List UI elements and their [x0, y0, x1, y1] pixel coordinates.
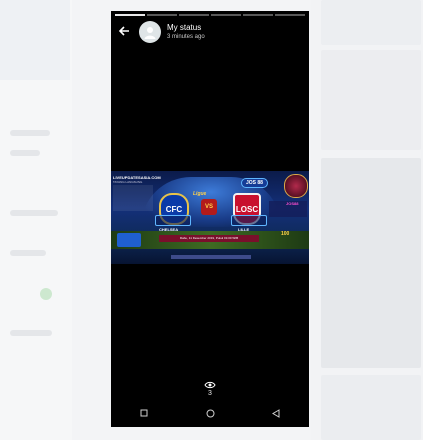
progress-segment	[211, 14, 241, 16]
status-title: My status	[167, 23, 202, 32]
android-nav-bar	[111, 399, 309, 427]
poster-league: Ligue	[193, 191, 207, 197]
poster-odds: 100	[281, 231, 290, 237]
progress-segment	[147, 14, 177, 16]
status-header: My status 3 minutes ago	[117, 18, 205, 46]
home-team-name: CHELSEA	[159, 227, 179, 232]
progress-segment	[243, 14, 273, 16]
background-row	[10, 210, 58, 216]
eye-icon	[204, 381, 216, 389]
nav-back-icon[interactable]	[266, 403, 286, 423]
background-row	[10, 130, 50, 136]
back-arrow-icon[interactable]	[117, 24, 133, 40]
background-row	[10, 150, 40, 156]
background-left-panel	[0, 0, 72, 440]
background-row	[10, 330, 52, 336]
background-right-panel	[311, 0, 423, 440]
away-team-name: LILLE	[238, 227, 250, 232]
away-label-box	[231, 215, 267, 226]
status-timestamp: 3 minutes ago	[167, 34, 205, 40]
match-date-bar: Rabu, 11 Desember 2019, Pukul 03.00 WIB	[159, 235, 259, 242]
background-unread-dot	[40, 288, 52, 300]
background-card	[0, 0, 70, 80]
poster-side-panel	[113, 185, 153, 211]
background-tile	[321, 0, 421, 45]
status-progress-bar	[115, 14, 305, 16]
progress-segment	[179, 14, 209, 16]
progress-segment	[275, 14, 305, 16]
poster-jos-badge: JOS 88	[241, 178, 268, 188]
user-silhouette-icon	[144, 27, 156, 39]
background-row	[10, 250, 46, 256]
vs-badge: VS	[201, 199, 217, 215]
background-tile	[321, 50, 421, 150]
poster-neon-sign: JOS88	[286, 201, 299, 206]
poster-bottom-strip	[171, 255, 251, 259]
background-tile	[321, 375, 421, 440]
recent-apps-icon[interactable]	[134, 403, 154, 423]
view-counter[interactable]: 3	[111, 381, 309, 398]
home-label-box	[155, 215, 191, 226]
background-tile	[321, 158, 421, 368]
poster-left-badge	[117, 233, 141, 247]
status-image[interactable]: LIVEUPDATESASIA.COM TAYANG LANGSUNG JOS …	[111, 171, 309, 264]
view-count: 3	[208, 390, 212, 397]
progress-segment	[115, 14, 145, 16]
status-viewer: My status 3 minutes ago LIVEUPDATESASIA.…	[111, 11, 309, 427]
poster-corner-logo	[284, 174, 308, 198]
home-icon[interactable]	[200, 403, 220, 423]
avatar[interactable]	[139, 21, 161, 43]
poster-brand-sub: TAYANG LANGSUNG	[113, 180, 143, 184]
